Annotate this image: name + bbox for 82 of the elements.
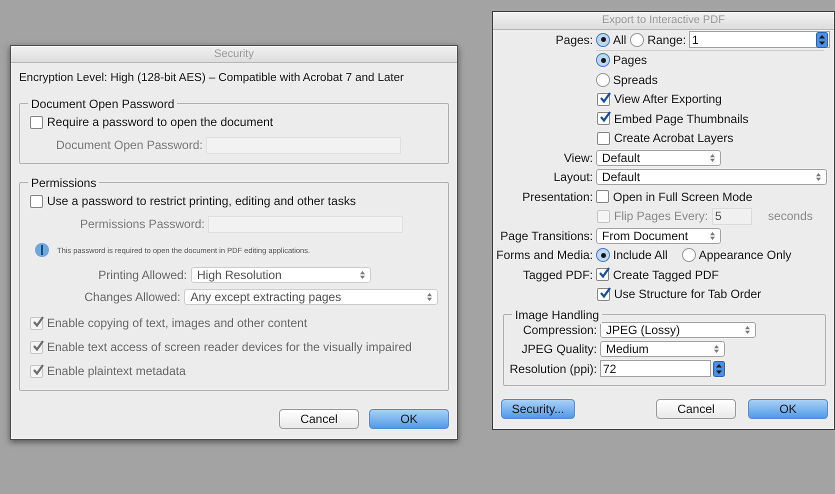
- range-field[interactable]: 1: [689, 31, 830, 48]
- checkbox[interactable]: [30, 194, 43, 208]
- up-down-arrows-icon: [816, 173, 821, 182]
- checkbox-label: Flip Pages Every:: [614, 208, 708, 226]
- radio-button[interactable]: [682, 248, 696, 262]
- field-label: Resolution (ppi):: [508, 360, 598, 378]
- checkbox-label: Use Structure for Tab Order: [614, 286, 762, 304]
- dialog-button[interactable]: OK: [369, 409, 449, 430]
- radio-label: Pages: [613, 52, 648, 70]
- radio-button[interactable]: [596, 53, 610, 68]
- field-label: Compression:: [522, 322, 598, 339]
- up-down-arrows-icon: [427, 293, 432, 302]
- checkbox-label: Require a password to open the document: [47, 114, 274, 132]
- dropdown-value: JPEG (Lossy): [606, 322, 680, 339]
- field-label: Forms and Media:: [495, 247, 594, 264]
- resolution-value: 72: [603, 360, 616, 378]
- up-down-arrows-icon: [745, 326, 750, 334]
- dropdown[interactable]: Default: [596, 169, 827, 186]
- dialog-button[interactable]: Cancel: [656, 398, 736, 418]
- field-label: Permissions Password:: [80, 216, 205, 234]
- checkbox[interactable]: [597, 132, 610, 145]
- dropdown[interactable]: Default: [596, 150, 721, 166]
- checkbox-label: View After Exporting: [614, 91, 722, 108]
- dropdown[interactable]: From Document: [596, 228, 721, 244]
- field-label: Pages:: [554, 32, 594, 49]
- radio-label: Range:: [647, 32, 686, 49]
- checkbox-label: Enable text access of screen reader devices for the visually impaired: [47, 339, 412, 356]
- dropdown-value: Default: [602, 150, 640, 167]
- field-label: Document Open Password:: [56, 137, 203, 154]
- checkbox-label: Use a password to restrict printing, editing and other tasks: [47, 193, 356, 210]
- field-label: Layout:: [552, 169, 594, 186]
- dropdown-value: Medium: [606, 341, 649, 358]
- dropdown-value: Default: [602, 169, 640, 186]
- radio-label: Appearance Only: [698, 247, 792, 264]
- up-down-arrows-icon: [360, 271, 365, 280]
- checkbox[interactable]: [597, 288, 610, 301]
- up-down-arrows-icon: [710, 232, 715, 240]
- range-value: 1: [692, 32, 699, 49]
- resolution-field[interactable]: 72: [600, 360, 711, 378]
- unit-label: seconds: [768, 208, 813, 226]
- radio-label: Include All: [613, 247, 668, 264]
- field-label: View:: [562, 150, 594, 167]
- dropdown[interactable]: Medium: [600, 341, 725, 358]
- checkbox-label: Enable copying of text, images and other content: [47, 315, 308, 332]
- radio-label: All: [613, 32, 626, 49]
- field-label: Changes Allowed:: [83, 289, 180, 306]
- up-down-arrows-icon: [710, 154, 715, 162]
- radio-button[interactable]: [596, 72, 610, 87]
- stepper-icon[interactable]: [816, 32, 828, 48]
- dialog-button[interactable]: OK: [748, 398, 828, 418]
- field-label: Page Transitions:: [499, 228, 594, 245]
- checkbox-label: Enable plaintext metadata: [47, 363, 186, 380]
- radio-button[interactable]: [596, 32, 610, 47]
- checkbox-label: Create Acrobat Layers: [614, 130, 734, 148]
- up-down-arrows-icon: [714, 345, 719, 354]
- checkbox[interactable]: [597, 92, 610, 106]
- field-label: Presentation:: [521, 188, 594, 206]
- radio-button[interactable]: [630, 32, 644, 47]
- encryption-level-text: Encryption Level: High (128-bit AES) – Compatible with Acrobat 7 and Later: [19, 71, 405, 86]
- checkbox-label: Open in Full Screen Mode: [613, 188, 752, 206]
- checkbox[interactable]: [30, 116, 43, 129]
- checkbox[interactable]: [596, 190, 609, 204]
- dialog-button[interactable]: Security...: [501, 398, 575, 418]
- field-label: Tagged PDF:: [522, 266, 594, 284]
- checkbox[interactable]: [596, 268, 609, 282]
- checkbox-label: Embed Page Thumbnails: [614, 110, 749, 128]
- radio-label: Spreads: [613, 72, 658, 89]
- checkbox[interactable]: [597, 112, 610, 126]
- window-title: Export to Interactive PDF: [602, 13, 725, 28]
- dropdown-value: From Document: [602, 228, 688, 245]
- window-title: Security: [214, 46, 254, 62]
- checkbox-label: Create Tagged PDF: [613, 266, 719, 284]
- seconds-value: 5: [715, 208, 722, 226]
- field-label: Printing Allowed:: [97, 267, 187, 284]
- stepper-icon[interactable]: [713, 360, 725, 377]
- field-label: JPEG Quality:: [520, 341, 598, 358]
- dropdown-value: High Resolution: [197, 267, 282, 284]
- dialog-button[interactable]: Cancel: [279, 409, 359, 430]
- dropdown-value: Any except extracting pages: [190, 289, 342, 306]
- dropdown[interactable]: JPEG (Lossy): [600, 322, 756, 338]
- info-icon: [34, 242, 50, 258]
- radio-button[interactable]: [596, 248, 610, 262]
